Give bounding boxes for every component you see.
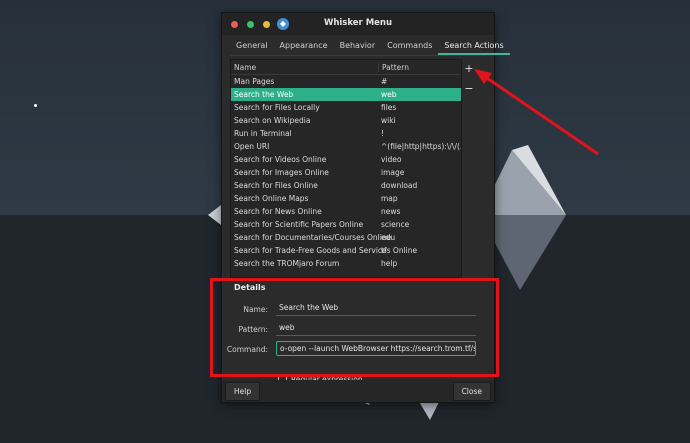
annotation-arrow bbox=[474, 69, 599, 156]
